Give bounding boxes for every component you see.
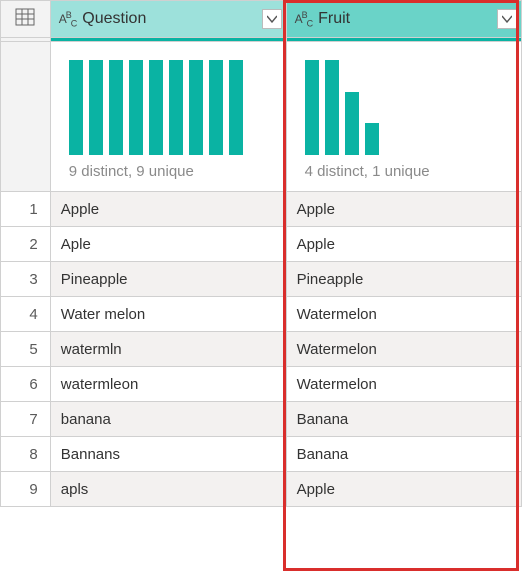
table-row[interactable]: 1AppleApple bbox=[1, 192, 522, 227]
table-row[interactable]: 7bananaBanana bbox=[1, 402, 522, 437]
column-profile-question[interactable]: 9 distinct, 9 unique bbox=[50, 42, 286, 192]
table-icon bbox=[15, 8, 35, 30]
cell-fruit[interactable]: Banana bbox=[286, 437, 521, 472]
row-number: 6 bbox=[1, 367, 51, 402]
chevron-down-icon bbox=[267, 15, 277, 23]
column-header-fruit[interactable]: ABC Fruit bbox=[286, 1, 521, 38]
filter-dropdown-button[interactable] bbox=[262, 9, 282, 29]
row-number: 7 bbox=[1, 402, 51, 437]
bar bbox=[345, 92, 359, 155]
bar bbox=[69, 60, 83, 155]
bar bbox=[169, 60, 183, 155]
row-number: 3 bbox=[1, 262, 51, 297]
cell-fruit[interactable]: Apple bbox=[286, 227, 521, 262]
cell-question[interactable]: Pineapple bbox=[50, 262, 286, 297]
cell-fruit[interactable]: Pineapple bbox=[286, 262, 521, 297]
table-row[interactable]: 5watermlnWatermelon bbox=[1, 332, 522, 367]
row-number: 2 bbox=[1, 227, 51, 262]
table-corner[interactable] bbox=[1, 1, 51, 38]
chevron-down-icon bbox=[502, 15, 512, 23]
table-row[interactable]: 6watermleonWatermelon bbox=[1, 367, 522, 402]
row-number: 8 bbox=[1, 437, 51, 472]
row-number: 4 bbox=[1, 297, 51, 332]
cell-question[interactable]: apls bbox=[50, 472, 286, 507]
bar bbox=[89, 60, 103, 155]
profile-gutter bbox=[1, 42, 51, 192]
cell-question[interactable]: Aple bbox=[50, 227, 286, 262]
cell-question[interactable]: Apple bbox=[50, 192, 286, 227]
cell-question[interactable]: watermln bbox=[50, 332, 286, 367]
data-table[interactable]: ABC Question ABC Fruit bbox=[0, 0, 522, 507]
row-number: 9 bbox=[1, 472, 51, 507]
bar bbox=[209, 60, 223, 155]
distribution-bars bbox=[69, 60, 268, 155]
bar bbox=[189, 60, 203, 155]
cell-fruit[interactable]: Watermelon bbox=[286, 367, 521, 402]
cell-fruit[interactable]: Apple bbox=[286, 192, 521, 227]
table-row[interactable]: 2ApleApple bbox=[1, 227, 522, 262]
cell-question[interactable]: watermleon bbox=[50, 367, 286, 402]
text-type-icon: ABC bbox=[295, 10, 313, 28]
row-number: 1 bbox=[1, 192, 51, 227]
bar bbox=[129, 60, 143, 155]
profile-summary: 9 distinct, 9 unique bbox=[69, 163, 268, 180]
cell-fruit[interactable]: Watermelon bbox=[286, 297, 521, 332]
text-type-icon: ABC bbox=[59, 10, 77, 28]
distribution-bars bbox=[305, 60, 503, 155]
cell-question[interactable]: Water melon bbox=[50, 297, 286, 332]
cell-fruit[interactable]: Apple bbox=[286, 472, 521, 507]
cell-fruit[interactable]: Banana bbox=[286, 402, 521, 437]
bar bbox=[149, 60, 163, 155]
cell-question[interactable]: Bannans bbox=[50, 437, 286, 472]
column-name: Question bbox=[82, 10, 255, 28]
bar bbox=[109, 60, 123, 155]
cell-question[interactable]: banana bbox=[50, 402, 286, 437]
row-number: 5 bbox=[1, 332, 51, 367]
cell-fruit[interactable]: Watermelon bbox=[286, 332, 521, 367]
bar bbox=[365, 123, 379, 155]
table-row[interactable]: 3PineapplePineapple bbox=[1, 262, 522, 297]
table-row[interactable]: 8BannansBanana bbox=[1, 437, 522, 472]
table-row[interactable]: 9aplsApple bbox=[1, 472, 522, 507]
column-header-question[interactable]: ABC Question bbox=[50, 1, 286, 38]
bar bbox=[229, 60, 243, 155]
column-name: Fruit bbox=[318, 10, 491, 28]
column-profile-fruit[interactable]: 4 distinct, 1 unique bbox=[286, 42, 521, 192]
table-row[interactable]: 4Water melonWatermelon bbox=[1, 297, 522, 332]
profile-summary: 4 distinct, 1 unique bbox=[305, 163, 503, 180]
bar bbox=[305, 60, 319, 155]
bar bbox=[325, 60, 339, 155]
filter-dropdown-button[interactable] bbox=[497, 9, 517, 29]
